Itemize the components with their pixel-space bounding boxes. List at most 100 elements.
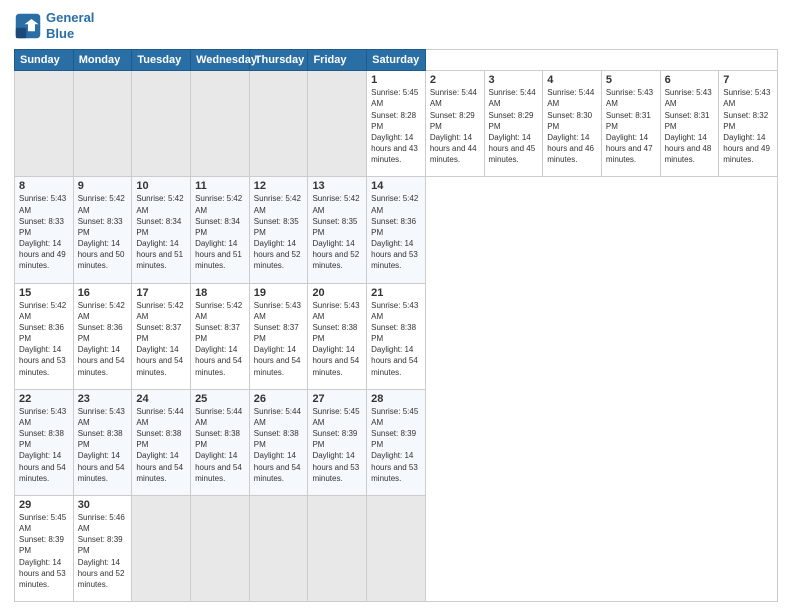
- day-info: Sunrise: 5:44 AMSunset: 8:29 PMDaylight:…: [489, 87, 539, 165]
- calendar-day-cell: 1Sunrise: 5:45 AMSunset: 8:28 PMDaylight…: [367, 71, 426, 177]
- calendar-day-header: Wednesday: [191, 50, 250, 71]
- day-number: 5: [606, 74, 656, 86]
- logo-icon: [14, 12, 42, 40]
- calendar-day-header: Friday: [308, 50, 367, 71]
- calendar-day-cell: [73, 71, 132, 177]
- day-number: 20: [312, 287, 362, 299]
- calendar-day-cell: 18Sunrise: 5:42 AMSunset: 8:37 PMDayligh…: [191, 283, 250, 389]
- day-info: Sunrise: 5:44 AMSunset: 8:38 PMDaylight:…: [136, 406, 186, 484]
- day-number: 4: [547, 74, 597, 86]
- logo-text: General Blue: [46, 10, 94, 41]
- day-info: Sunrise: 5:43 AMSunset: 8:38 PMDaylight:…: [78, 406, 128, 484]
- day-info: Sunrise: 5:44 AMSunset: 8:38 PMDaylight:…: [195, 406, 245, 484]
- calendar-day-cell: [191, 71, 250, 177]
- calendar-week-row: 1Sunrise: 5:45 AMSunset: 8:28 PMDaylight…: [15, 71, 778, 177]
- day-number: 16: [78, 287, 128, 299]
- calendar-day-cell: 23Sunrise: 5:43 AMSunset: 8:38 PMDayligh…: [73, 389, 132, 495]
- day-number: 23: [78, 393, 128, 405]
- calendar-table: SundayMondayTuesdayWednesdayThursdayFrid…: [14, 49, 778, 602]
- calendar-day-cell: [191, 495, 250, 601]
- calendar-day-cell: 24Sunrise: 5:44 AMSunset: 8:38 PMDayligh…: [132, 389, 191, 495]
- calendar-day-cell: 15Sunrise: 5:42 AMSunset: 8:36 PMDayligh…: [15, 283, 74, 389]
- calendar-day-header: Thursday: [249, 50, 308, 71]
- calendar-day-cell: 2Sunrise: 5:44 AMSunset: 8:29 PMDaylight…: [425, 71, 484, 177]
- calendar-day-cell: 12Sunrise: 5:42 AMSunset: 8:35 PMDayligh…: [249, 177, 308, 283]
- day-number: 19: [254, 287, 304, 299]
- day-number: 18: [195, 287, 245, 299]
- day-info: Sunrise: 5:42 AMSunset: 8:36 PMDaylight:…: [19, 300, 69, 378]
- calendar-week-row: 29Sunrise: 5:45 AMSunset: 8:39 PMDayligh…: [15, 495, 778, 601]
- calendar-day-cell: [15, 71, 74, 177]
- calendar-day-cell: 16Sunrise: 5:42 AMSunset: 8:36 PMDayligh…: [73, 283, 132, 389]
- calendar-day-cell: 22Sunrise: 5:43 AMSunset: 8:38 PMDayligh…: [15, 389, 74, 495]
- header: General Blue: [14, 10, 778, 41]
- calendar-day-cell: [132, 495, 191, 601]
- day-number: 9: [78, 180, 128, 192]
- day-number: 29: [19, 499, 69, 511]
- day-info: Sunrise: 5:45 AMSunset: 8:39 PMDaylight:…: [371, 406, 421, 484]
- calendar-day-cell: [249, 71, 308, 177]
- day-info: Sunrise: 5:43 AMSunset: 8:31 PMDaylight:…: [665, 87, 715, 165]
- calendar-day-cell: [308, 495, 367, 601]
- calendar-day-cell: 29Sunrise: 5:45 AMSunset: 8:39 PMDayligh…: [15, 495, 74, 601]
- day-info: Sunrise: 5:42 AMSunset: 8:36 PMDaylight:…: [78, 300, 128, 378]
- day-number: 22: [19, 393, 69, 405]
- calendar-day-cell: 7Sunrise: 5:43 AMSunset: 8:32 PMDaylight…: [719, 71, 778, 177]
- day-info: Sunrise: 5:44 AMSunset: 8:38 PMDaylight:…: [254, 406, 304, 484]
- calendar-day-cell: 21Sunrise: 5:43 AMSunset: 8:38 PMDayligh…: [367, 283, 426, 389]
- calendar-day-cell: [249, 495, 308, 601]
- calendar-day-cell: 13Sunrise: 5:42 AMSunset: 8:35 PMDayligh…: [308, 177, 367, 283]
- day-number: 26: [254, 393, 304, 405]
- day-info: Sunrise: 5:43 AMSunset: 8:33 PMDaylight:…: [19, 193, 69, 271]
- day-number: 10: [136, 180, 186, 192]
- day-number: 17: [136, 287, 186, 299]
- day-info: Sunrise: 5:43 AMSunset: 8:38 PMDaylight:…: [371, 300, 421, 378]
- calendar-day-cell: 17Sunrise: 5:42 AMSunset: 8:37 PMDayligh…: [132, 283, 191, 389]
- logo: General Blue: [14, 10, 94, 41]
- day-info: Sunrise: 5:42 AMSunset: 8:33 PMDaylight:…: [78, 193, 128, 271]
- day-info: Sunrise: 5:45 AMSunset: 8:28 PMDaylight:…: [371, 87, 421, 165]
- calendar-day-header: Tuesday: [132, 50, 191, 71]
- calendar-day-cell: 5Sunrise: 5:43 AMSunset: 8:31 PMDaylight…: [601, 71, 660, 177]
- calendar-day-cell: 3Sunrise: 5:44 AMSunset: 8:29 PMDaylight…: [484, 71, 543, 177]
- calendar-week-row: 15Sunrise: 5:42 AMSunset: 8:36 PMDayligh…: [15, 283, 778, 389]
- calendar-day-cell: 8Sunrise: 5:43 AMSunset: 8:33 PMDaylight…: [15, 177, 74, 283]
- calendar-day-cell: [132, 71, 191, 177]
- day-info: Sunrise: 5:43 AMSunset: 8:38 PMDaylight:…: [312, 300, 362, 378]
- day-number: 14: [371, 180, 421, 192]
- calendar-day-cell: 28Sunrise: 5:45 AMSunset: 8:39 PMDayligh…: [367, 389, 426, 495]
- calendar-day-cell: 20Sunrise: 5:43 AMSunset: 8:38 PMDayligh…: [308, 283, 367, 389]
- calendar-day-cell: [308, 71, 367, 177]
- calendar-day-header: Saturday: [367, 50, 426, 71]
- day-number: 7: [723, 74, 773, 86]
- day-number: 1: [371, 74, 421, 86]
- calendar-day-cell: 27Sunrise: 5:45 AMSunset: 8:39 PMDayligh…: [308, 389, 367, 495]
- calendar-day-cell: 25Sunrise: 5:44 AMSunset: 8:38 PMDayligh…: [191, 389, 250, 495]
- day-info: Sunrise: 5:44 AMSunset: 8:30 PMDaylight:…: [547, 87, 597, 165]
- day-number: 28: [371, 393, 421, 405]
- day-info: Sunrise: 5:42 AMSunset: 8:36 PMDaylight:…: [371, 193, 421, 271]
- day-info: Sunrise: 5:45 AMSunset: 8:39 PMDaylight:…: [19, 512, 69, 590]
- day-info: Sunrise: 5:43 AMSunset: 8:38 PMDaylight:…: [19, 406, 69, 484]
- day-number: 8: [19, 180, 69, 192]
- calendar-week-row: 8Sunrise: 5:43 AMSunset: 8:33 PMDaylight…: [15, 177, 778, 283]
- day-number: 2: [430, 74, 480, 86]
- day-number: 27: [312, 393, 362, 405]
- day-number: 6: [665, 74, 715, 86]
- day-info: Sunrise: 5:43 AMSunset: 8:37 PMDaylight:…: [254, 300, 304, 378]
- day-info: Sunrise: 5:42 AMSunset: 8:34 PMDaylight:…: [195, 193, 245, 271]
- calendar-day-cell: 9Sunrise: 5:42 AMSunset: 8:33 PMDaylight…: [73, 177, 132, 283]
- calendar-day-cell: 14Sunrise: 5:42 AMSunset: 8:36 PMDayligh…: [367, 177, 426, 283]
- day-info: Sunrise: 5:42 AMSunset: 8:34 PMDaylight:…: [136, 193, 186, 271]
- day-info: Sunrise: 5:42 AMSunset: 8:37 PMDaylight:…: [195, 300, 245, 378]
- calendar-day-header: Sunday: [15, 50, 74, 71]
- calendar-day-cell: 4Sunrise: 5:44 AMSunset: 8:30 PMDaylight…: [543, 71, 602, 177]
- calendar-day-cell: [367, 495, 426, 601]
- day-info: Sunrise: 5:43 AMSunset: 8:32 PMDaylight:…: [723, 87, 773, 165]
- day-info: Sunrise: 5:46 AMSunset: 8:39 PMDaylight:…: [78, 512, 128, 590]
- day-number: 24: [136, 393, 186, 405]
- day-number: 3: [489, 74, 539, 86]
- calendar-day-header: Monday: [73, 50, 132, 71]
- calendar-day-cell: 6Sunrise: 5:43 AMSunset: 8:31 PMDaylight…: [660, 71, 719, 177]
- day-number: 11: [195, 180, 245, 192]
